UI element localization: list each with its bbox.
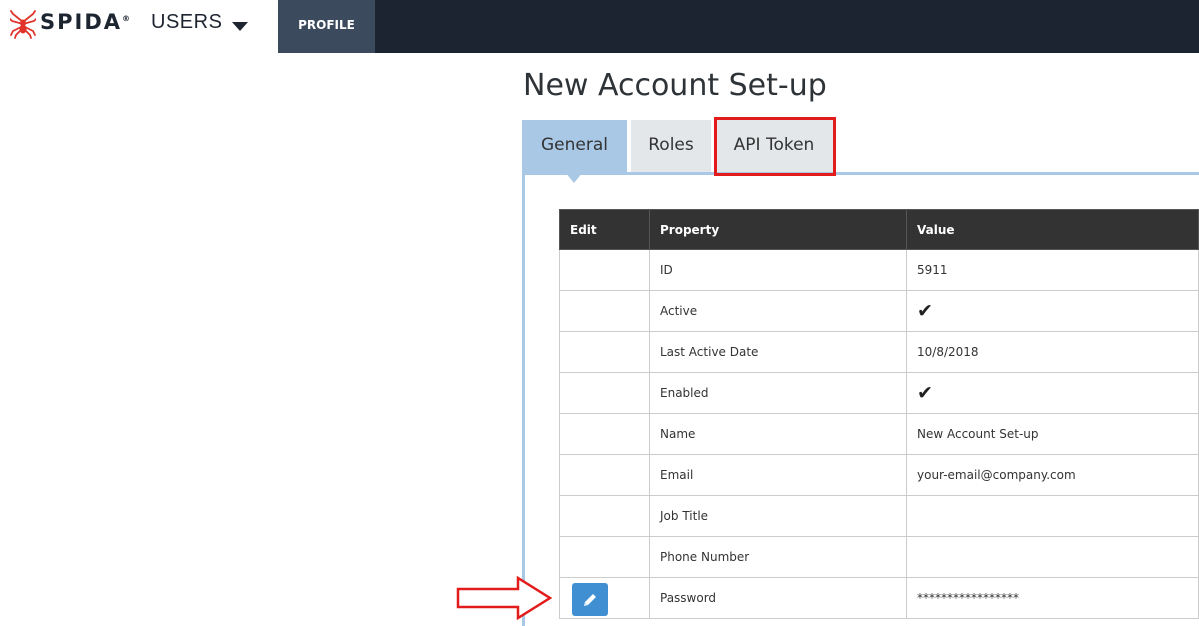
edit-password-button[interactable]	[572, 582, 608, 616]
edit-cell	[559, 290, 650, 332]
edit-cell	[559, 249, 650, 291]
header-property: Property	[649, 209, 907, 250]
property-cell: Active	[649, 290, 907, 332]
value-cell: New Account Set-up	[906, 413, 1199, 455]
value-cell: 10/8/2018	[906, 331, 1199, 373]
value-cell: 5911	[906, 249, 1199, 291]
checkmark-icon: ✔	[906, 290, 1199, 332]
property-cell: Job Title	[649, 495, 907, 537]
value-cell	[906, 495, 1199, 537]
table-row: Job Title	[559, 495, 1199, 537]
annotation-highlight-box	[714, 117, 836, 176]
value-cell: your-email@company.com	[906, 454, 1199, 496]
caret-down-icon[interactable]	[232, 22, 248, 31]
spider-icon	[10, 10, 36, 39]
tab-roles[interactable]: Roles	[631, 120, 711, 172]
edit-cell	[559, 536, 650, 578]
page-title: New Account Set-up	[523, 68, 827, 103]
annotation-arrow-icon	[456, 575, 553, 621]
table-row: Last Active Date 10/8/2018	[559, 331, 1199, 373]
edit-cell	[559, 372, 650, 414]
header-edit: Edit	[559, 209, 650, 250]
property-cell: Phone Number	[649, 536, 907, 578]
edit-cell	[559, 413, 650, 455]
brand-logo-text: SPIDA®	[40, 10, 131, 34]
table-row: ID 5911	[559, 249, 1199, 291]
property-cell: Name	[649, 413, 907, 455]
property-cell: Email	[649, 454, 907, 496]
table-row: Active ✔	[559, 290, 1199, 332]
header-value: Value	[906, 209, 1199, 250]
table-row: Enabled ✔	[559, 372, 1199, 414]
table-row: Email your-email@company.com	[559, 454, 1199, 496]
top-navbar: SPIDA® USERS PROFILE	[0, 0, 1199, 53]
checkmark-icon: ✔	[906, 372, 1199, 414]
property-cell: Password	[649, 577, 907, 619]
brand-product-name: USERS	[151, 11, 223, 33]
edit-cell	[559, 577, 650, 619]
active-tab-pointer-overlay	[565, 172, 583, 183]
table-row: Password *****************	[559, 577, 1199, 619]
brand-area: SPIDA® USERS	[0, 0, 278, 53]
edit-cell	[559, 331, 650, 373]
property-cell: Enabled	[649, 372, 907, 414]
pencil-icon	[584, 593, 596, 606]
property-cell: ID	[649, 249, 907, 291]
nav-profile-button[interactable]: PROFILE	[278, 0, 375, 53]
edit-cell	[559, 454, 650, 496]
properties-table: Edit Property Value ID 5911 Active ✔ Las…	[559, 209, 1199, 619]
value-cell	[906, 536, 1199, 578]
table-header-row: Edit Property Value	[559, 209, 1199, 250]
property-cell: Last Active Date	[649, 331, 907, 373]
value-cell: *****************	[906, 577, 1199, 619]
tab-general[interactable]: General	[522, 120, 627, 172]
edit-cell	[559, 495, 650, 537]
table-row: Phone Number	[559, 536, 1199, 578]
table-row: Name New Account Set-up	[559, 413, 1199, 455]
